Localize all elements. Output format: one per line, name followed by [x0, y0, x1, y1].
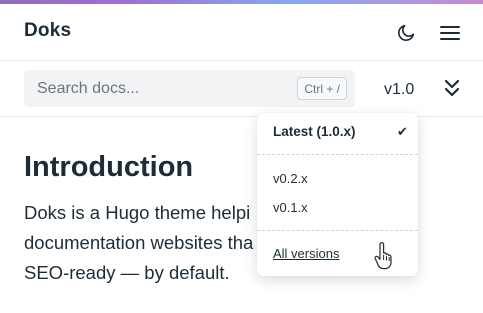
moon-icon[interactable] [392, 19, 420, 47]
shortcut-badge: Ctrl + / [297, 77, 347, 100]
intro-text-line3: SEO-ready — by default. [24, 262, 230, 283]
search-input[interactable] [24, 79, 284, 98]
all-versions-link[interactable]: All versions [273, 246, 339, 261]
intro-text-line2: documentation websites tha [24, 232, 254, 253]
dropdown-item-v01[interactable]: v0.1.x [273, 200, 308, 215]
search-box[interactable]: Ctrl + / [24, 70, 355, 107]
dropdown-item-latest[interactable]: Latest (1.0.x) [273, 124, 356, 139]
version-label[interactable]: v1.0 [384, 81, 414, 99]
dropdown-divider [257, 230, 418, 231]
double-chevron-down-icon[interactable] [438, 74, 466, 102]
intro-text-line1: Doks is a Hugo theme helpi [24, 202, 251, 223]
hand-pointer-cursor-icon [374, 242, 394, 270]
brand-logo[interactable]: Doks [24, 20, 71, 42]
hamburger-menu-icon[interactable] [436, 19, 464, 47]
dropdown-item-v02[interactable]: v0.2.x [273, 171, 308, 186]
navbar: Doks [0, 4, 483, 59]
search-bar: Ctrl + / v1.0 [0, 60, 483, 117]
check-icon: ✔ [397, 124, 408, 139]
dropdown-divider [257, 154, 418, 155]
